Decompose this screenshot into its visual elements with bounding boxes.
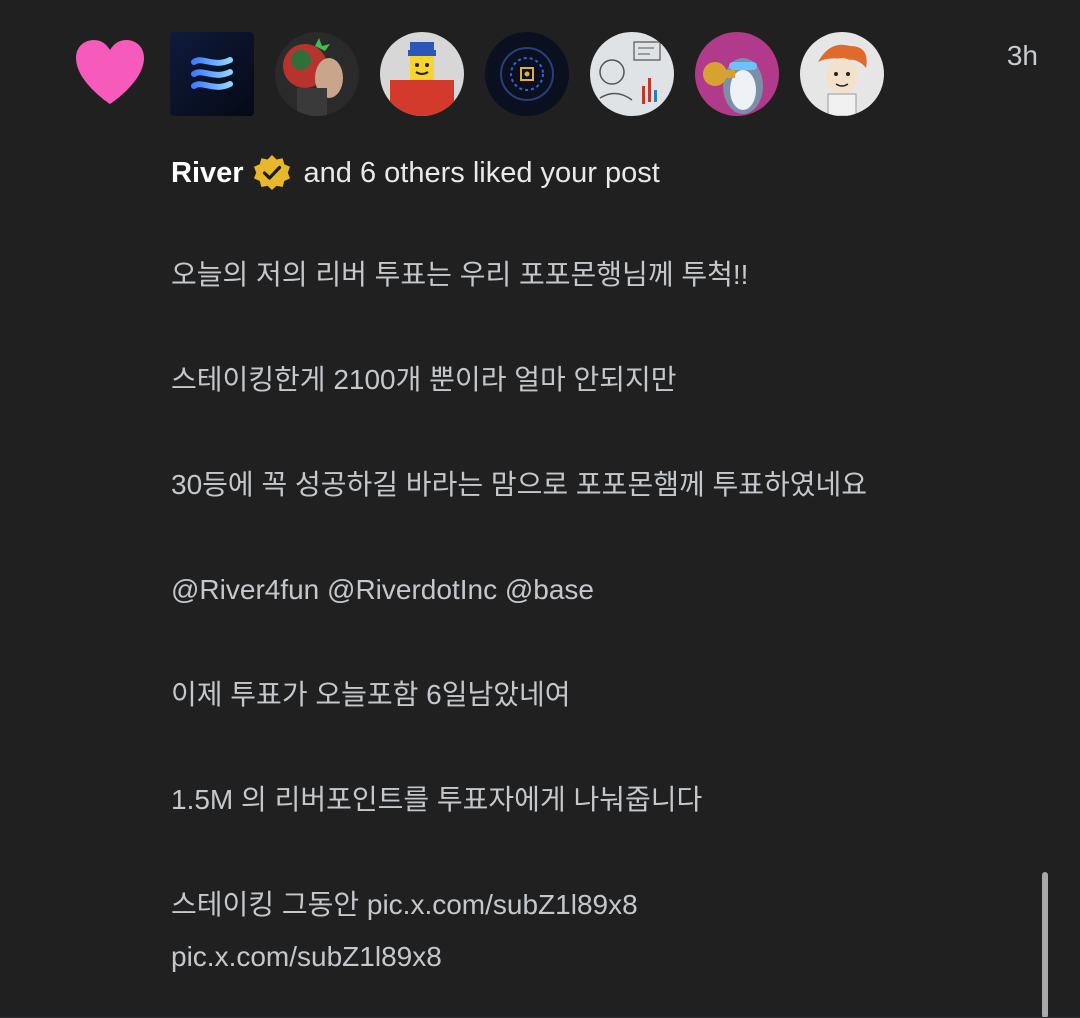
liked-summary: River and 6 others liked your post	[171, 153, 660, 193]
liked-text: and 6 others liked your post	[303, 157, 660, 189]
post-line: 스테이킹한게 2100개 뿐이라 얼마 안되지만	[171, 364, 677, 395]
post-line: @River4fun @RiverdotInc @base	[171, 574, 594, 605]
user-avatar-penguin[interactable]	[695, 32, 779, 116]
user-avatar-dark-logo[interactable]	[485, 32, 569, 116]
user-avatar-sketch[interactable]	[590, 32, 674, 116]
post-line: pic.x.com/subZ1l89x8	[171, 941, 442, 972]
post-line: 스테이킹 그동안 pic.x.com/subZ1l89x8	[171, 889, 638, 920]
heart-icon	[76, 40, 144, 104]
post-preview: 오늘의 저의 리버 투표는 우리 포포몬행님께 투척!! 스테이킹한게 2100…	[171, 249, 1031, 983]
liker-name[interactable]: River	[171, 153, 244, 193]
user-avatar-roblox[interactable]	[380, 32, 464, 116]
scrollbar[interactable]	[1042, 872, 1048, 1018]
verified-badge-icon	[253, 155, 290, 190]
like-notification[interactable]: 3h River and 6 others liked your post 오늘…	[0, 0, 1080, 1018]
user-avatar-profile[interactable]	[275, 32, 359, 116]
post-line: 오늘의 저의 리버 투표는 우리 포포몬행님께 투척!!	[171, 259, 749, 290]
liker-avatars	[170, 32, 884, 116]
user-avatar-cartoon[interactable]	[800, 32, 884, 116]
post-line: 1.5M 의 리버포인트를 투표자에게 나눠줍니다	[171, 784, 703, 815]
river-logo-avatar[interactable]	[170, 32, 254, 116]
post-line: 이제 투표가 오늘포함 6일남았네여	[171, 679, 571, 710]
post-line: 30등에 꼭 성공하길 바라는 맘으로 포포몬햄께 투표하였네요	[171, 469, 868, 500]
timestamp: 3h	[1006, 40, 1038, 71]
